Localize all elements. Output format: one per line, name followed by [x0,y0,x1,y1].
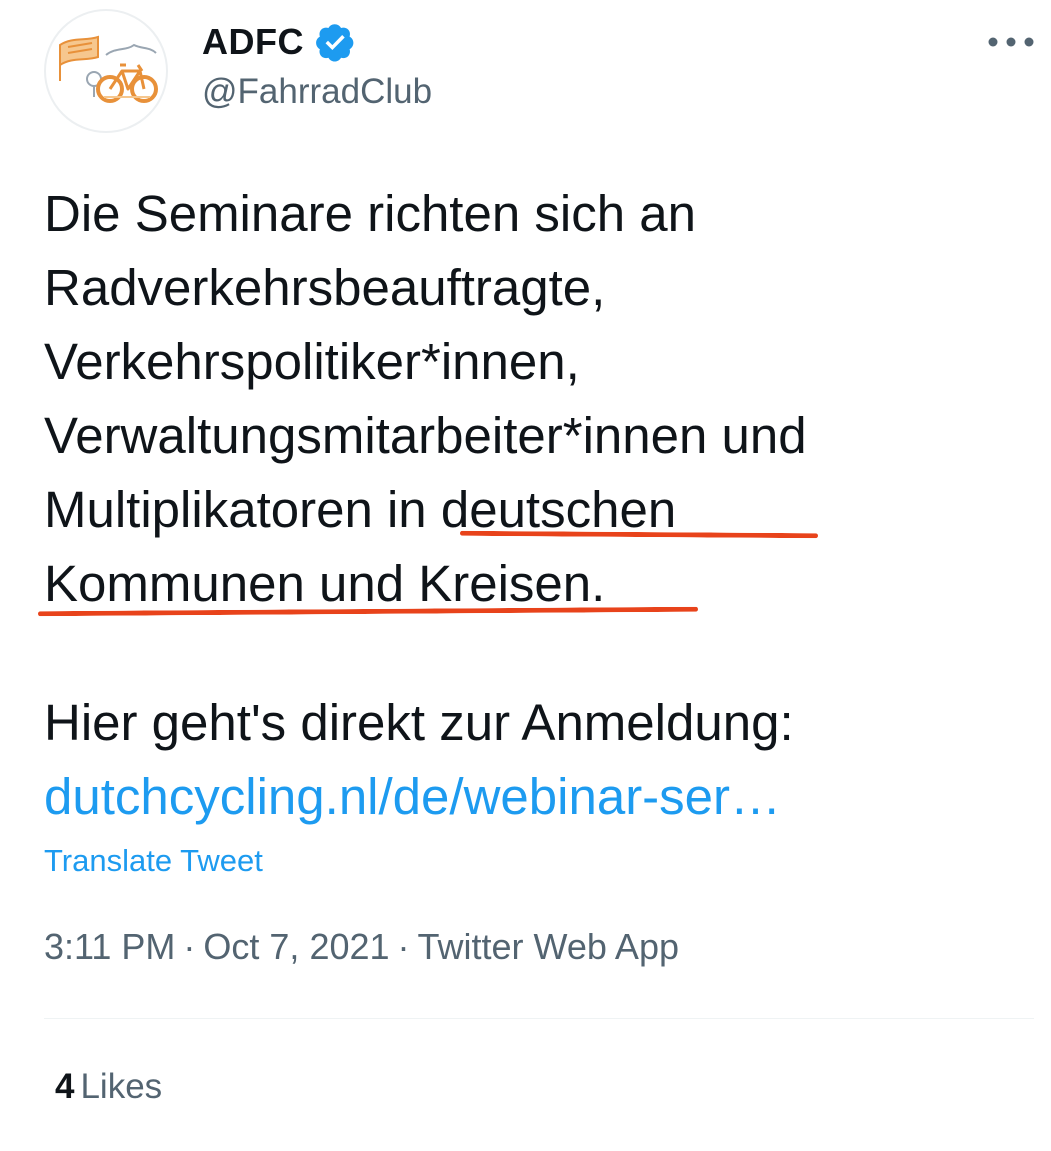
display-name[interactable]: ADFC [202,21,304,63]
likes-label: Likes [80,1067,163,1106]
tweet-text-line: Verkehrspolitiker*innen, [44,333,580,390]
tweet-text-line: Radverkehrsbeauftragte, [44,259,606,316]
meta-separator: · [183,926,196,967]
meta-separator: · [397,926,410,967]
tweet-source[interactable]: Twitter Web App [418,926,679,967]
signup-prompt: Hier geht's direkt zur Anmeldung: [44,694,794,751]
tweet-card: ADFC @FahrradClub Die Seminare richten s… [0,0,1051,1151]
tweet-text: Die Seminare richten sich an Radverkehrs… [44,177,1034,621]
likes-count: 4 [55,1067,75,1106]
translate-tweet-link[interactable]: Translate Tweet [44,843,263,879]
tweet-text-line: Die Seminare richten sich an [44,185,696,242]
tweet-text-line: Verwaltungsmitarbeiter*innen und [44,407,807,464]
author-name-row: ADFC [202,20,356,64]
likes-stat[interactable]: 4 Likes [55,1067,162,1107]
tweet-time[interactable]: 3:11 PM [44,926,175,967]
divider [44,1018,1034,1019]
tweet-date[interactable]: Oct 7, 2021 [203,926,389,967]
more-options-icon[interactable] [988,36,1034,48]
webinar-link[interactable]: dutchcycling.nl/de/webinar-ser… [44,760,781,834]
verified-badge-icon [316,24,354,62]
tweet-metadata: 3:11 PM · Oct 7, 2021 · Twitter Web App [44,926,679,968]
adfc-bicycle-logo-icon [59,35,158,103]
avatar[interactable] [44,9,168,133]
author-handle[interactable]: @FahrradClub [202,72,432,112]
